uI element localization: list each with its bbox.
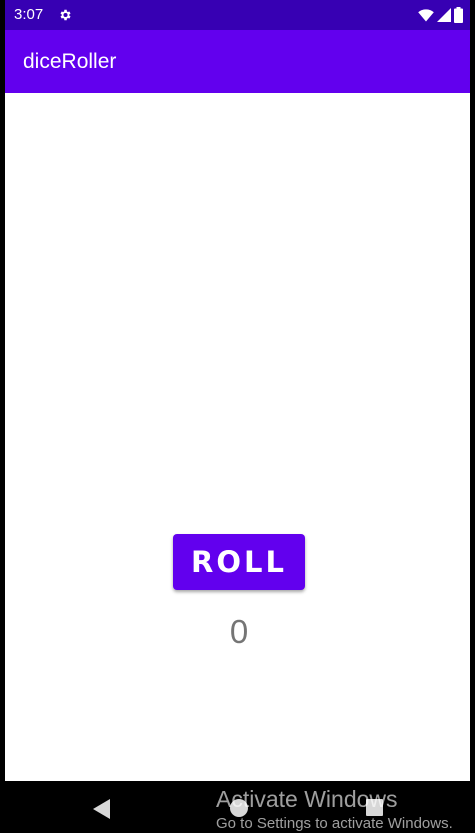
settings-gear-icon xyxy=(60,9,71,21)
status-indicators xyxy=(418,7,463,23)
app-title: diceRoller xyxy=(23,50,117,73)
roll-button[interactable]: ROLL xyxy=(173,534,305,590)
status-time: 3:07 xyxy=(14,6,44,23)
battery-icon xyxy=(454,7,463,23)
wifi-icon xyxy=(418,9,434,22)
dice-result-text: 0 xyxy=(229,613,249,650)
app-bar: diceRoller xyxy=(5,30,470,93)
signal-icon xyxy=(437,8,451,22)
activate-windows-subtitle: Go to Settings to activate Windows. xyxy=(216,815,453,832)
back-icon[interactable] xyxy=(93,799,110,819)
phone-screen: 3:07 diceRoller ROLL 0 xyxy=(5,0,470,781)
status-bar: 3:07 xyxy=(5,0,470,30)
main-content: ROLL 0 xyxy=(5,93,470,781)
screen-frame: 3:07 diceRoller ROLL 0 Activate Windows … xyxy=(0,0,475,832)
activate-windows-title: Activate Windows xyxy=(216,786,398,812)
